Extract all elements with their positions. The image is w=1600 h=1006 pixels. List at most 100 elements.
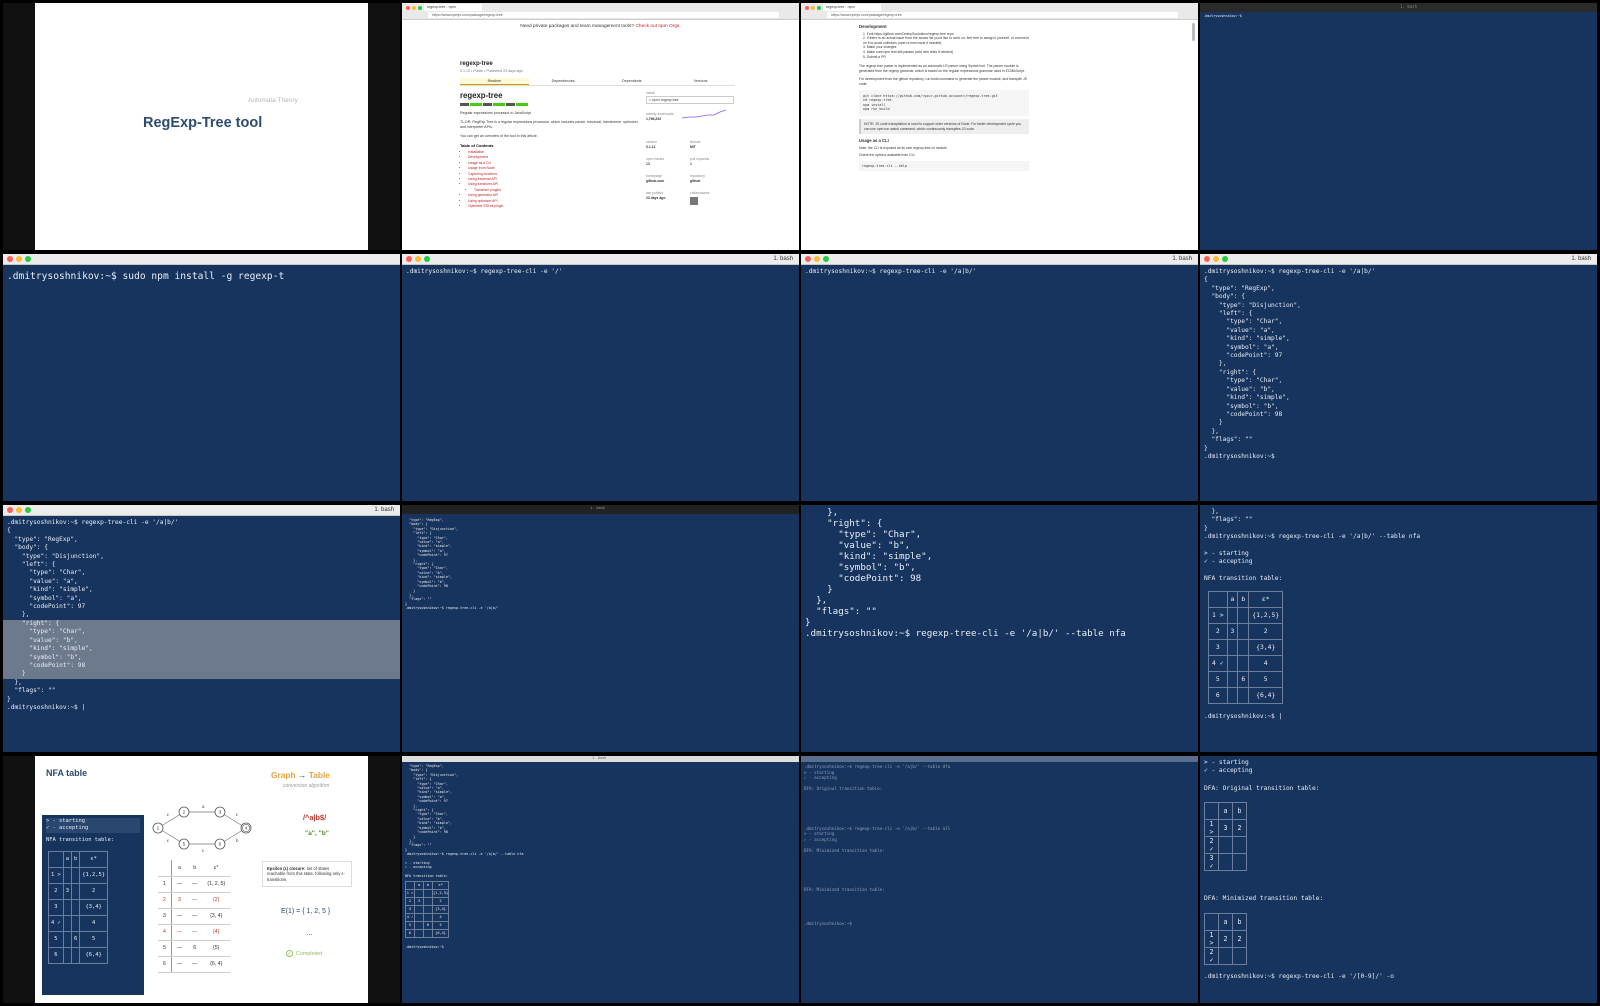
table-cell: — — [171, 940, 188, 957]
close-icon[interactable] — [7, 256, 13, 262]
dfa-original-table: ab1 >3 2 2 ✓ 3 ✓ — [1204, 802, 1247, 872]
table-header-cell: a — [171, 860, 188, 877]
sidebar-label: repository — [690, 173, 705, 178]
table-cell: 2 — [79, 882, 108, 900]
table-cell: 2 — [1248, 622, 1284, 640]
sidebar-field: weekly downloads 1,766,292 — [646, 109, 734, 137]
package-tab[interactable]: Versions — [666, 78, 735, 85]
minimize-icon[interactable] — [1213, 256, 1219, 262]
legend: > - starting ✓ - accepting — [46, 818, 140, 833]
table-row: 3 {3,4} — [48, 898, 108, 916]
table-cell — [1218, 853, 1233, 872]
maximize-icon[interactable] — [25, 256, 31, 262]
dev-step: 2. If there is an actual issue from the … — [863, 36, 1029, 45]
browser-tab[interactable]: regexp-tree - npm — [823, 4, 881, 11]
toc-item[interactable]: Optimizer ESLint plugin — [468, 204, 640, 209]
readme-desc: Regular expressions processor in JavaScr… — [460, 111, 532, 115]
close-icon[interactable] — [805, 256, 811, 262]
table-header-cell: b — [187, 860, 203, 877]
table-row: 565 — [1208, 670, 1284, 688]
table-cell — [1232, 853, 1247, 872]
table-cell: 3 — [158, 908, 172, 925]
frame-npm-install: .dmitrysoshnikov:~$ sudo npm install -g … — [3, 254, 400, 501]
close-icon[interactable] — [7, 507, 13, 513]
table-row: 232 — [1208, 622, 1284, 640]
table-header-row: a b ε* — [48, 850, 108, 868]
table-cell — [70, 898, 81, 916]
promo-banner: Need private packages and team managemen… — [402, 20, 799, 33]
table-cell: 5 — [1248, 670, 1284, 688]
table-cell: 3 ✓ — [1204, 853, 1219, 872]
check-circle-icon: ✓ — [286, 950, 293, 957]
terminal-prompt[interactable]: .dmitrysoshnikov:~$ — [1200, 12, 1597, 20]
terminal-command-line[interactable]: .dmitrysoshnikov:~$ regexp-tree-cli -e '… — [1200, 965, 1597, 984]
sidebar-label: last publish — [646, 190, 663, 195]
table-header-row: a b ε* — [158, 860, 231, 877]
avatar[interactable] — [690, 196, 698, 205]
right-letterbox — [368, 756, 400, 1003]
left-letterbox — [3, 756, 35, 1003]
table-row: 565 — [405, 920, 450, 930]
table-cell — [70, 882, 81, 900]
table-row: 6— — {6, 4} — [158, 956, 231, 973]
table-cell: — — [187, 908, 203, 925]
completed-label: Completed — [296, 950, 323, 957]
scrollbar[interactable] — [1192, 23, 1195, 41]
terminal-selection[interactable]: "right": { "type": "Char", "value": "b",… — [3, 619, 400, 679]
terminal-title: 1. bash — [773, 256, 793, 262]
table-cell — [70, 866, 81, 884]
terminal-titlebar: 1. bash — [801, 254, 1198, 265]
table-header-cell — [405, 880, 415, 890]
sidebar-field: last publish 23 days ago — [646, 191, 690, 210]
table-cell: 2 — [48, 882, 64, 900]
table-cell — [423, 912, 433, 922]
maximize-icon[interactable] — [823, 256, 829, 262]
frame-dfa-faded: .dmitrysoshnikov:~$ regexp-tree-cli -e '… — [801, 756, 1198, 1003]
node-label: 4 — [245, 826, 248, 831]
slide-title: RegExp-Tree tool — [143, 115, 263, 131]
terminal-title: 1. bash — [374, 507, 394, 513]
table-cell — [414, 904, 424, 914]
terminal-prompt[interactable]: .dmitrysoshnikov:~$ — [402, 943, 799, 951]
maximize-icon[interactable] — [424, 256, 430, 262]
minimize-icon[interactable] — [16, 256, 22, 262]
close-icon[interactable] — [406, 256, 412, 262]
package-tab[interactable]: Dependents — [598, 78, 667, 85]
terminal-command-line[interactable]: .dmitrysoshnikov:~$ regexp-tree-cli -e '… — [402, 265, 799, 279]
table-cell: 1 > — [1208, 606, 1228, 624]
frame-cli-regex: 1. bash .dmitrysoshnikov:~$ regexp-tree-… — [801, 254, 1198, 501]
toc-title: Table of Contents — [460, 143, 494, 148]
maximize-icon[interactable] — [25, 507, 31, 513]
banner-link[interactable]: Check out npm Orgs. — [635, 24, 680, 29]
sidebar-value: github — [690, 178, 701, 183]
frame-title-slide: Automata Theory RegExp-Tree tool — [3, 3, 400, 250]
table-cell: 5 — [431, 920, 450, 930]
graph-word: Graph — [271, 770, 296, 780]
terminal-output-bottom: }, "flags": "" } .dmitrysoshnikov:~$ | — [7, 678, 86, 711]
browser-chrome: regexp-tree - npm https://www.npmjs.com/… — [402, 3, 799, 20]
address-bar[interactable]: https://www.npmjs.com/package/regexp-tre… — [827, 12, 1178, 18]
terminal-command-line[interactable]: .dmitrysoshnikov:~$ sudo npm install -g … — [3, 265, 400, 288]
table-cell: 2 ✓ — [1204, 836, 1219, 855]
table-cell: 3 — [1218, 819, 1233, 838]
frame-npm-development: regexp-tree - npm https://www.npmjs.com/… — [801, 3, 1198, 250]
package-tab[interactable]: Dependencies — [529, 78, 598, 85]
frame-ast-selected: 1. bash .dmitrysoshnikov:~$ regexp-tree-… — [3, 505, 400, 752]
minimize-icon[interactable] — [16, 507, 22, 513]
table-header-cell — [1204, 912, 1219, 931]
minimize-icon[interactable] — [415, 256, 421, 262]
sidebar-value: 13 — [646, 161, 650, 166]
table-cell: 4 — [431, 912, 450, 922]
close-icon[interactable] — [1204, 256, 1210, 262]
minimize-icon[interactable] — [814, 256, 820, 262]
sidebar-label: collaborators — [690, 190, 710, 195]
maximize-icon[interactable] — [1222, 256, 1228, 262]
package-tab[interactable]: Readme — [460, 78, 529, 85]
table-cell: 6 — [423, 920, 433, 930]
address-bar[interactable]: https://www.npmjs.com/package/regexp-tre… — [428, 12, 779, 18]
table-row: 4— — {4} — [158, 924, 231, 941]
terminal-prompt[interactable]: .dmitrysoshnikov:~$ | — [1200, 710, 1597, 724]
browser-tab[interactable]: regexp-tree - npm — [424, 4, 482, 11]
terminal-command-line[interactable]: .dmitrysoshnikov:~$ regexp-tree-cli -e '… — [801, 265, 1198, 279]
sidebar-label: open issues — [646, 156, 665, 161]
